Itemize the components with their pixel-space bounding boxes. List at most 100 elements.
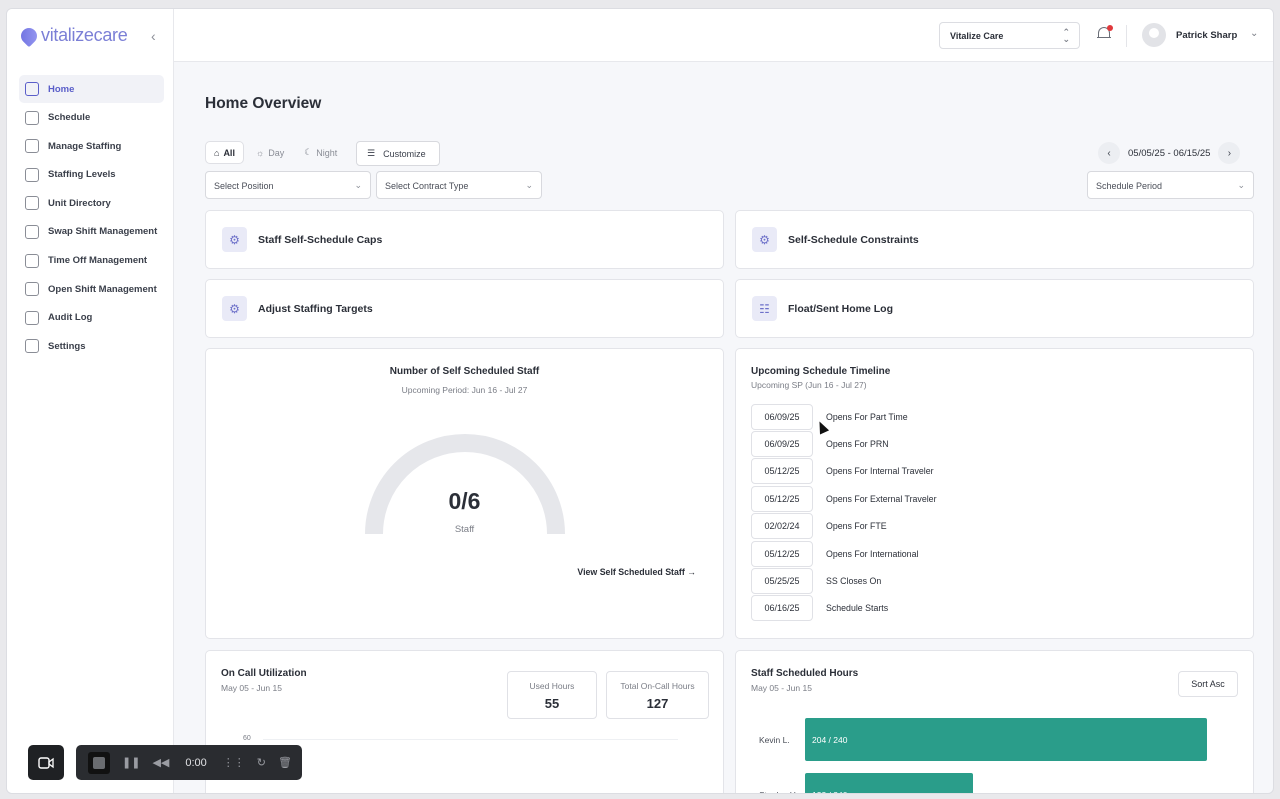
quick-link-float-sent-home-log[interactable]: ☷ Float/Sent Home Log (735, 279, 1254, 338)
sidebar-nav: Home Schedule Manage Staffing Staffing Leve… (19, 75, 164, 361)
chevron-updown-icon: ⌃ ⌄ (1062, 27, 1070, 44)
sidebar: vitalizecare ‹ Home Schedule Manage Staffi… (7, 9, 174, 793)
all-icon: ⌂ (214, 147, 220, 158)
timeline-date: 02/02/24 (751, 513, 813, 540)
bar-label: 132 / 240 (812, 790, 847, 793)
timeline-date: 06/09/25 (751, 403, 813, 430)
sidebar-item-time-off-management[interactable]: Time Off Management (19, 247, 164, 275)
sidebar-item-home[interactable]: Home (19, 75, 164, 103)
contract-type-select[interactable]: Select Contract Type ⌄ (376, 171, 542, 199)
quick-link-self-schedule-caps[interactable]: ⚙ Staff Self-Schedule Caps (205, 210, 724, 269)
sidebar-item-label: Settings (48, 340, 86, 352)
trash-icon[interactable]: 🗑 (278, 756, 292, 769)
notification-dot (1107, 25, 1113, 31)
card-title: Staff Scheduled Hours (751, 668, 859, 679)
arrow-right-icon: → (687, 567, 696, 577)
sidebar-item-schedule[interactable]: Schedule (19, 104, 164, 132)
divider (1126, 25, 1127, 47)
page-title: Home Overview (205, 95, 322, 112)
bar-name: Kevin L. (759, 735, 790, 745)
date-range: 05/05/25 - 06/15/25 (1128, 147, 1211, 159)
sidebar-item-settings[interactable]: Settings (19, 332, 164, 360)
sun-icon: ☼ (255, 147, 265, 158)
logo-icon (17, 24, 41, 47)
notification-bell-icon[interactable] (1097, 25, 1113, 42)
scale-icon (25, 139, 39, 154)
tab-all[interactable]: ⌂ All (205, 141, 244, 164)
chevron-down-icon[interactable]: ⌄ (1250, 28, 1258, 39)
schedule-period-select[interactable]: Schedule Period ⌄ (1087, 171, 1254, 199)
sidebar-item-staffing-levels[interactable]: Staffing Levels (19, 161, 164, 189)
prev-period-button[interactable]: ‹ (1098, 142, 1120, 164)
calendar-icon (25, 110, 39, 125)
card-title: On Call Utilization (221, 668, 307, 679)
card-subtitle: Upcoming SP (Jun 16 - Jul 27) (751, 380, 867, 390)
timeline-row: 05/12/25 Opens For International (751, 540, 937, 567)
timeline-date: 05/25/25 (751, 568, 813, 595)
timeline-list: 06/09/25 Opens For Part Time 06/09/25 Opens… (751, 403, 937, 622)
card-title: Number of Self Scheduled Staff (389, 366, 540, 377)
card-subtitle: May 05 - Jun 15 (751, 683, 812, 693)
gauge-unit: Staff (454, 524, 475, 535)
sidebar-item-open-shift-management[interactable]: Open Shift Management (19, 275, 164, 303)
timeline-row: 06/09/25 Opens For Part Time (751, 403, 937, 430)
swap-icon (25, 224, 39, 239)
date-range-nav: ‹ 05/05/25 - 06/15/25 › (1098, 142, 1241, 164)
avatar[interactable] (1142, 23, 1166, 47)
collapse-sidebar-icon[interactable]: ‹ (151, 29, 165, 43)
sidebar-item-label: Manage Staffing (48, 140, 122, 152)
chart-icon (25, 167, 39, 182)
bar-label: 204 / 240 (812, 735, 848, 745)
sidebar-item-audit-log[interactable]: Audit Log (19, 304, 164, 332)
sliders-icon: ☰ (367, 148, 376, 158)
timeline-date: 06/16/25 (751, 595, 813, 622)
hours-bar[interactable]: 204 / 240 (805, 718, 1207, 761)
quick-link-self-schedule-constraints[interactable]: ⚙ Self-Schedule Constraints (735, 210, 1254, 269)
pause-icon[interactable]: ❚❚ (122, 756, 140, 769)
sidebar-item-label: Open Shift Management (48, 283, 157, 295)
user-circle-icon (25, 196, 39, 211)
next-period-button[interactable]: › (1218, 142, 1241, 164)
bar-name: Stanley H. (759, 790, 798, 793)
timeline-row: 06/09/25 Opens For PRN (751, 430, 937, 458)
customize-button[interactable]: ☰ Customize (356, 141, 440, 166)
position-select[interactable]: Select Position ⌄ (205, 171, 371, 199)
sidebar-item-label: Time Off Management (48, 255, 148, 267)
sidebar-item-swap-shift-management[interactable]: Swap Shift Management (19, 218, 164, 246)
sidebar-item-label: Home (48, 83, 75, 95)
sidebar-item-unit-directory[interactable]: Unit Directory (19, 189, 164, 217)
grid-icon[interactable]: ⋮⋮ (223, 756, 245, 769)
timeline-row: 06/16/25 Schedule Starts (751, 595, 937, 622)
sidebar-item-label: Staffing Levels (48, 169, 116, 181)
sidebar-item-label: Schedule (48, 112, 91, 124)
camera-icon (38, 756, 54, 769)
recording-time: 0:00 (185, 756, 207, 769)
gridline (263, 739, 678, 740)
logo[interactable]: vitalizecare (17, 24, 128, 47)
staff-scheduled-hours-card: Staff Scheduled Hours May 05 - Jun 15 So… (735, 650, 1254, 793)
home-icon (25, 82, 39, 96)
timeline-row: 05/12/25 Opens For Internal Traveler (751, 458, 937, 485)
timeline-label: Opens For Part Time (826, 411, 908, 422)
sidebar-item-manage-staffing[interactable]: Manage Staffing (19, 132, 164, 160)
quick-link-adjust-staffing-targets[interactable]: ⚙ Adjust Staffing Targets (205, 279, 724, 338)
recorder-controls: ❚❚ ◀◀ 0:00 ⋮⋮ ↻ 🗑 (76, 745, 302, 780)
app-window: vitalizecare ‹ Home Schedule Manage Staffi… (6, 8, 1274, 794)
stop-button[interactable] (88, 751, 110, 774)
hours-bar[interactable]: 132 / 240 (805, 773, 974, 793)
restart-icon[interactable]: ↻ (257, 756, 266, 769)
sort-asc-button[interactable]: Sort Asc (1178, 671, 1238, 697)
tab-day[interactable]: ☼ Day (248, 141, 292, 164)
user-name[interactable]: Patrick Sharp (1176, 30, 1237, 41)
view-self-scheduled-staff-link[interactable]: View Self Scheduled Staff → (577, 567, 696, 577)
tab-night[interactable]: ☾ Night (296, 141, 345, 164)
main-content: Home Overview ⌂ All ☼ Day ☾ Night ☰ Customi… (174, 62, 1273, 793)
camera-button[interactable] (28, 745, 64, 780)
sidebar-item-label: Swap Shift Management (48, 226, 158, 238)
timeline-row: 02/02/24 Opens For FTE (751, 513, 937, 540)
rewind-icon[interactable]: ◀◀ (152, 756, 169, 769)
organization-select[interactable]: Vitalize Care ⌃ ⌄ (939, 22, 1080, 49)
gauge-value: 0/6 (448, 488, 481, 514)
used-hours-stat: Used Hours 55 (507, 671, 597, 719)
calendar-plus-icon (25, 282, 39, 297)
